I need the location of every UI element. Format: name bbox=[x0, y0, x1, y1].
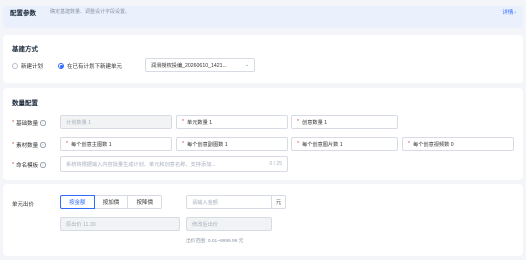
required-mark: * bbox=[12, 120, 15, 126]
naming-template-placeholder: 系统将根据输入内容批量生成计划、单元和创意名称。支持添加... bbox=[66, 161, 216, 168]
required-mark: * bbox=[182, 119, 185, 125]
bid-amount-input[interactable]: 请输入金额 bbox=[186, 195, 272, 209]
radio-circle-icon bbox=[12, 63, 18, 69]
bid-amount-placeholder: 请输入金额 bbox=[192, 199, 218, 206]
required-mark: * bbox=[297, 119, 300, 125]
plan-count-field: 计划数量 1 bbox=[60, 115, 172, 129]
radio-checked-icon bbox=[58, 63, 64, 69]
plan-select[interactable]: 润滑授权投编_20260610_1421... ⌄ bbox=[145, 58, 255, 72]
chevron-right-icon: › bbox=[514, 9, 516, 16]
required-mark: * bbox=[12, 142, 15, 148]
unit-bid-label: 单元出价 bbox=[12, 200, 34, 208]
main-image-count-field[interactable]: * 每个创意主图数 1 bbox=[60, 137, 172, 151]
radio-existing-plan-label: 在已有计划下新建单元 bbox=[67, 64, 123, 70]
page-title: 配置参数 bbox=[10, 10, 36, 17]
unit-count-text: 单元数量 1 bbox=[187, 119, 213, 126]
required-mark: * bbox=[182, 141, 185, 147]
bid-unit-label: 元 bbox=[275, 200, 282, 206]
basic-method-card bbox=[3, 35, 523, 83]
material-quantity-label-text: 素材数量 bbox=[16, 143, 39, 149]
required-mark: * bbox=[408, 141, 411, 147]
picture-count-field[interactable]: * 每个创意图片数 1 bbox=[291, 137, 398, 151]
video-count-field[interactable]: * 每个创意视频数 0 bbox=[402, 137, 514, 151]
naming-template-label: * 命名模板 i bbox=[12, 161, 46, 169]
material-quantity-label: * 素材数量 i bbox=[12, 141, 46, 149]
details-link-label: 详情 bbox=[502, 9, 514, 16]
sub-image-count-field[interactable]: * 每个创意副图数 1 bbox=[176, 137, 288, 151]
bid-mode-toggle: 按金额 按加價 按降價 bbox=[60, 195, 162, 209]
info-icon: i bbox=[40, 142, 46, 148]
required-mark: * bbox=[12, 162, 15, 168]
info-icon: i bbox=[40, 162, 46, 168]
sub-image-count-text: 每个创意副图数 1 bbox=[187, 141, 228, 148]
naming-template-label-text: 命名模板 bbox=[16, 163, 39, 169]
plan-count-text: 计划数量 1 bbox=[66, 119, 92, 126]
bid-mode-amount-label: 按金额 bbox=[69, 200, 86, 206]
creative-count-field[interactable]: * 创意数量 1 bbox=[291, 115, 398, 129]
bid-mode-amount[interactable]: 按金额 bbox=[60, 195, 95, 209]
quantity-config-title: 数量配置 bbox=[12, 100, 38, 107]
bid-mode-increase-label: 按加價 bbox=[102, 200, 120, 206]
info-icon: i bbox=[40, 120, 46, 126]
unit-count-field[interactable]: * 单元数量 1 bbox=[176, 115, 288, 129]
picture-count-text: 每个创意图片数 1 bbox=[302, 141, 343, 148]
chevron-down-icon: ⌄ bbox=[244, 62, 249, 68]
bid-mode-decrease-label: 按降價 bbox=[136, 200, 153, 206]
bid-unit: 元 bbox=[272, 195, 286, 209]
plan-select-value: 润滑授权投编_20260610_1421... bbox=[151, 62, 227, 69]
required-mark: * bbox=[297, 141, 300, 147]
required-mark: * bbox=[66, 141, 69, 147]
bid-mode-decrease[interactable]: 按降價 bbox=[127, 195, 162, 209]
main-image-count-text: 每个创意主图数 1 bbox=[71, 141, 112, 148]
modified-bid-field: 修改后出价 bbox=[186, 217, 272, 231]
page-description: 确定基建数量、调整设计字段设置。 bbox=[50, 9, 131, 15]
modified-bid-text: 修改后出价 bbox=[192, 221, 218, 228]
naming-template-counter: 0 / 25 bbox=[269, 161, 282, 167]
details-link[interactable]: 详情› bbox=[502, 8, 516, 16]
basic-method-title: 基建方式 bbox=[12, 46, 38, 53]
radio-new-plan[interactable]: 新建计划 bbox=[12, 62, 43, 70]
creative-count-text: 创意数量 1 bbox=[302, 119, 328, 126]
video-count-text: 每个创意视频数 0 bbox=[413, 141, 454, 148]
unit-bid-label-text: 单元出价 bbox=[12, 202, 35, 208]
original-bid-field: 原出价 11.30 bbox=[60, 217, 180, 231]
base-quantity-label-text: 基础数量 bbox=[16, 121, 39, 127]
bid-mode-increase[interactable]: 按加價 bbox=[93, 195, 129, 209]
radio-new-plan-label: 新建计划 bbox=[21, 64, 44, 70]
radio-existing-plan[interactable]: 在已有计划下新建单元 bbox=[58, 62, 122, 70]
bid-range-hint: 出价范围: 0.01~9999.99 元 bbox=[186, 239, 244, 244]
base-quantity-label: * 基础数量 i bbox=[12, 119, 46, 127]
original-bid-text: 原出价 11.30 bbox=[66, 221, 96, 228]
naming-template-input[interactable]: 系统将根据输入内容批量生成计划、单元和创意名称。支持添加... 0 / 25 bbox=[60, 156, 288, 172]
